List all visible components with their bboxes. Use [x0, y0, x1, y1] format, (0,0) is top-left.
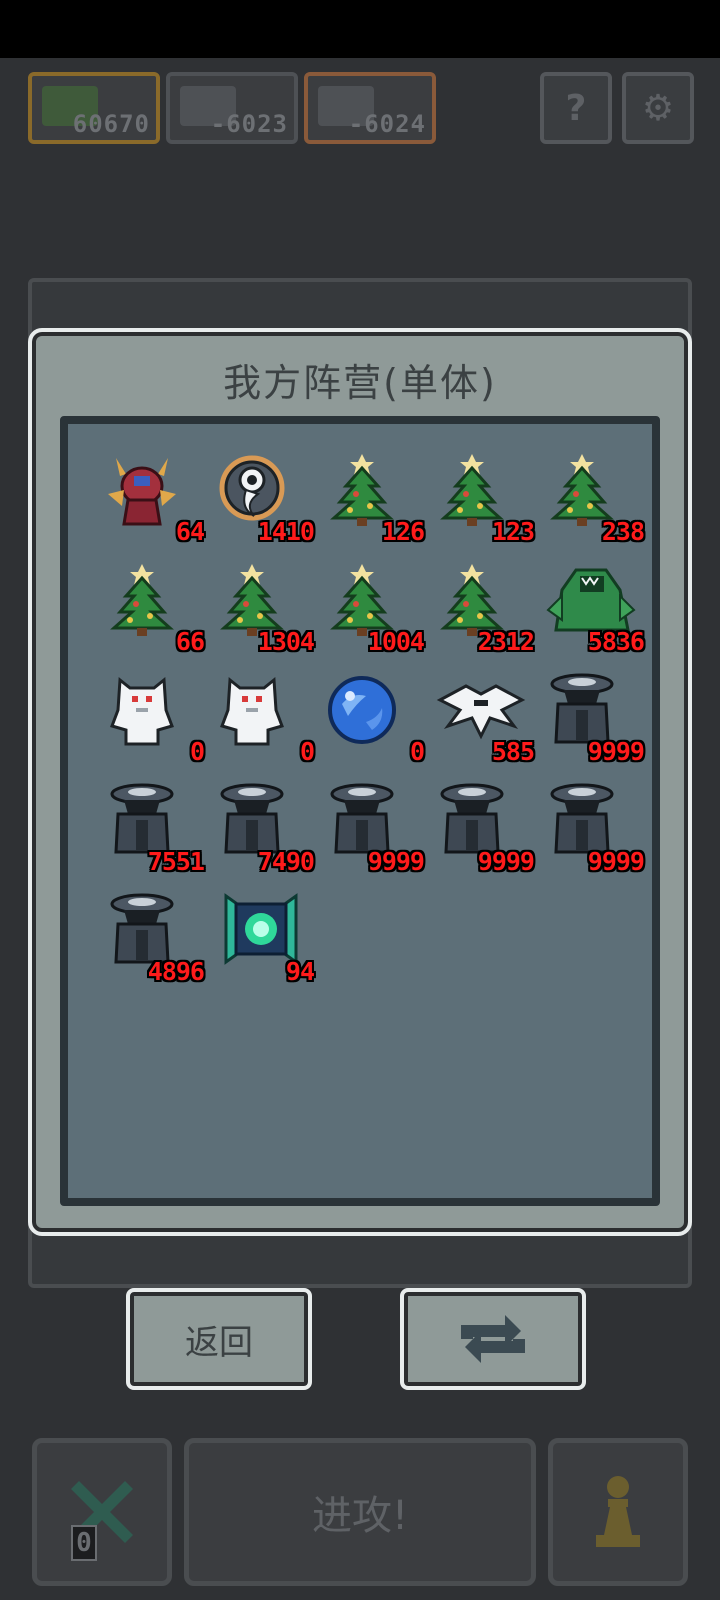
unit-cell[interactable]: 94: [206, 882, 316, 992]
christmas-tree-icon: [106, 560, 178, 638]
unit-count: 0: [189, 737, 205, 766]
unit-count: 5836: [587, 627, 645, 656]
unit-cell[interactable]: 0: [96, 662, 206, 772]
unit-cell[interactable]: 126: [316, 442, 426, 552]
unit-count: 9999: [587, 737, 645, 766]
unit-cell[interactable]: 9999: [536, 772, 646, 882]
unit-count: 0: [299, 737, 315, 766]
unit-cell[interactable]: 585: [426, 662, 536, 772]
blue-orb-icon: [326, 670, 398, 748]
unit-count: 2312: [477, 627, 535, 656]
unit-count: 123: [491, 517, 535, 546]
pawn-icon: [596, 1476, 640, 1547]
unit-cell[interactable]: 1410: [206, 442, 316, 552]
unit-count: 9999: [587, 847, 645, 876]
unit-cell[interactable]: 9999: [316, 772, 426, 882]
zero-badge: 0: [71, 1525, 97, 1561]
unit-cell[interactable]: 7490: [206, 772, 316, 882]
unit-cell[interactable]: 1304: [206, 552, 316, 662]
unit-count: 94: [285, 957, 315, 986]
unit-cell[interactable]: 7551: [96, 772, 206, 882]
back-button[interactable]: 返回: [126, 1288, 312, 1390]
unit-cell[interactable]: 64: [96, 442, 206, 552]
help-button[interactable]: ?: [540, 72, 612, 144]
cyan-machine-icon: [216, 890, 298, 968]
unit-cell[interactable]: 123: [426, 442, 536, 552]
unit-count: 9999: [477, 847, 535, 876]
unit-count: 9999: [367, 847, 425, 876]
status-bar: [0, 0, 720, 58]
white-golem-icon: [106, 670, 178, 748]
unit-cell[interactable]: 9999: [536, 662, 646, 772]
enemy-slot-2[interactable]: -6024: [304, 72, 436, 144]
unit-cell[interactable]: 0: [316, 662, 426, 772]
white-golem-icon: [216, 670, 288, 748]
unit-count: 126: [381, 517, 425, 546]
pawn-button[interactable]: [548, 1438, 688, 1586]
unit-count: 1410: [257, 517, 315, 546]
player-score: 60670: [72, 110, 150, 138]
unit-count: 585: [491, 737, 535, 766]
unit-cell[interactable]: 9999: [426, 772, 536, 882]
attack-label: 进攻!: [311, 1493, 409, 1539]
unit-cell[interactable]: 5836: [536, 552, 646, 662]
unit-cell[interactable]: 1004: [316, 552, 426, 662]
unit-count: 7551: [147, 847, 205, 876]
enemy-score: -6024: [348, 110, 426, 138]
unit-count: 1004: [367, 627, 425, 656]
unit-cell[interactable]: 2312: [426, 552, 536, 662]
unit-count: 0: [409, 737, 425, 766]
enemy-score: -6023: [210, 110, 288, 138]
player-slot[interactable]: 60670: [28, 72, 160, 144]
enemy-slot-1[interactable]: -6023: [166, 72, 298, 144]
swap-button[interactable]: [400, 1288, 586, 1390]
red-demon-icon: [106, 450, 178, 528]
modal-title: 我方阵营(单体): [223, 361, 497, 405]
unit-cell[interactable]: 4896: [96, 882, 206, 992]
unit-count: 64: [175, 517, 205, 546]
unit-grid-panel: 64 1410 126 123 238 66 1304 1004 2312 58…: [60, 416, 660, 1206]
unit-count: 4896: [147, 957, 205, 986]
unit-count: 238: [601, 517, 645, 546]
unit-count: 66: [175, 627, 205, 656]
unit-count: 1304: [257, 627, 315, 656]
unit-cell[interactable]: 66: [96, 552, 206, 662]
question-icon: ?: [565, 87, 587, 129]
unit-count: 7490: [257, 847, 315, 876]
settings-button[interactable]: ⚙: [622, 72, 694, 144]
unit-cell[interactable]: 238: [536, 442, 646, 552]
back-label: 返回: [185, 1322, 253, 1363]
swap-arrows-icon: [461, 1315, 525, 1363]
army-modal: 我方阵营(单体) 64 1410 126 123 238 66 1304 100…: [28, 328, 692, 1236]
attack-button[interactable]: 进攻!: [184, 1438, 536, 1586]
gear-icon: ⚙: [641, 87, 675, 129]
unit-cell[interactable]: 0: [206, 662, 316, 772]
cancel-button[interactable]: 0: [32, 1438, 172, 1586]
